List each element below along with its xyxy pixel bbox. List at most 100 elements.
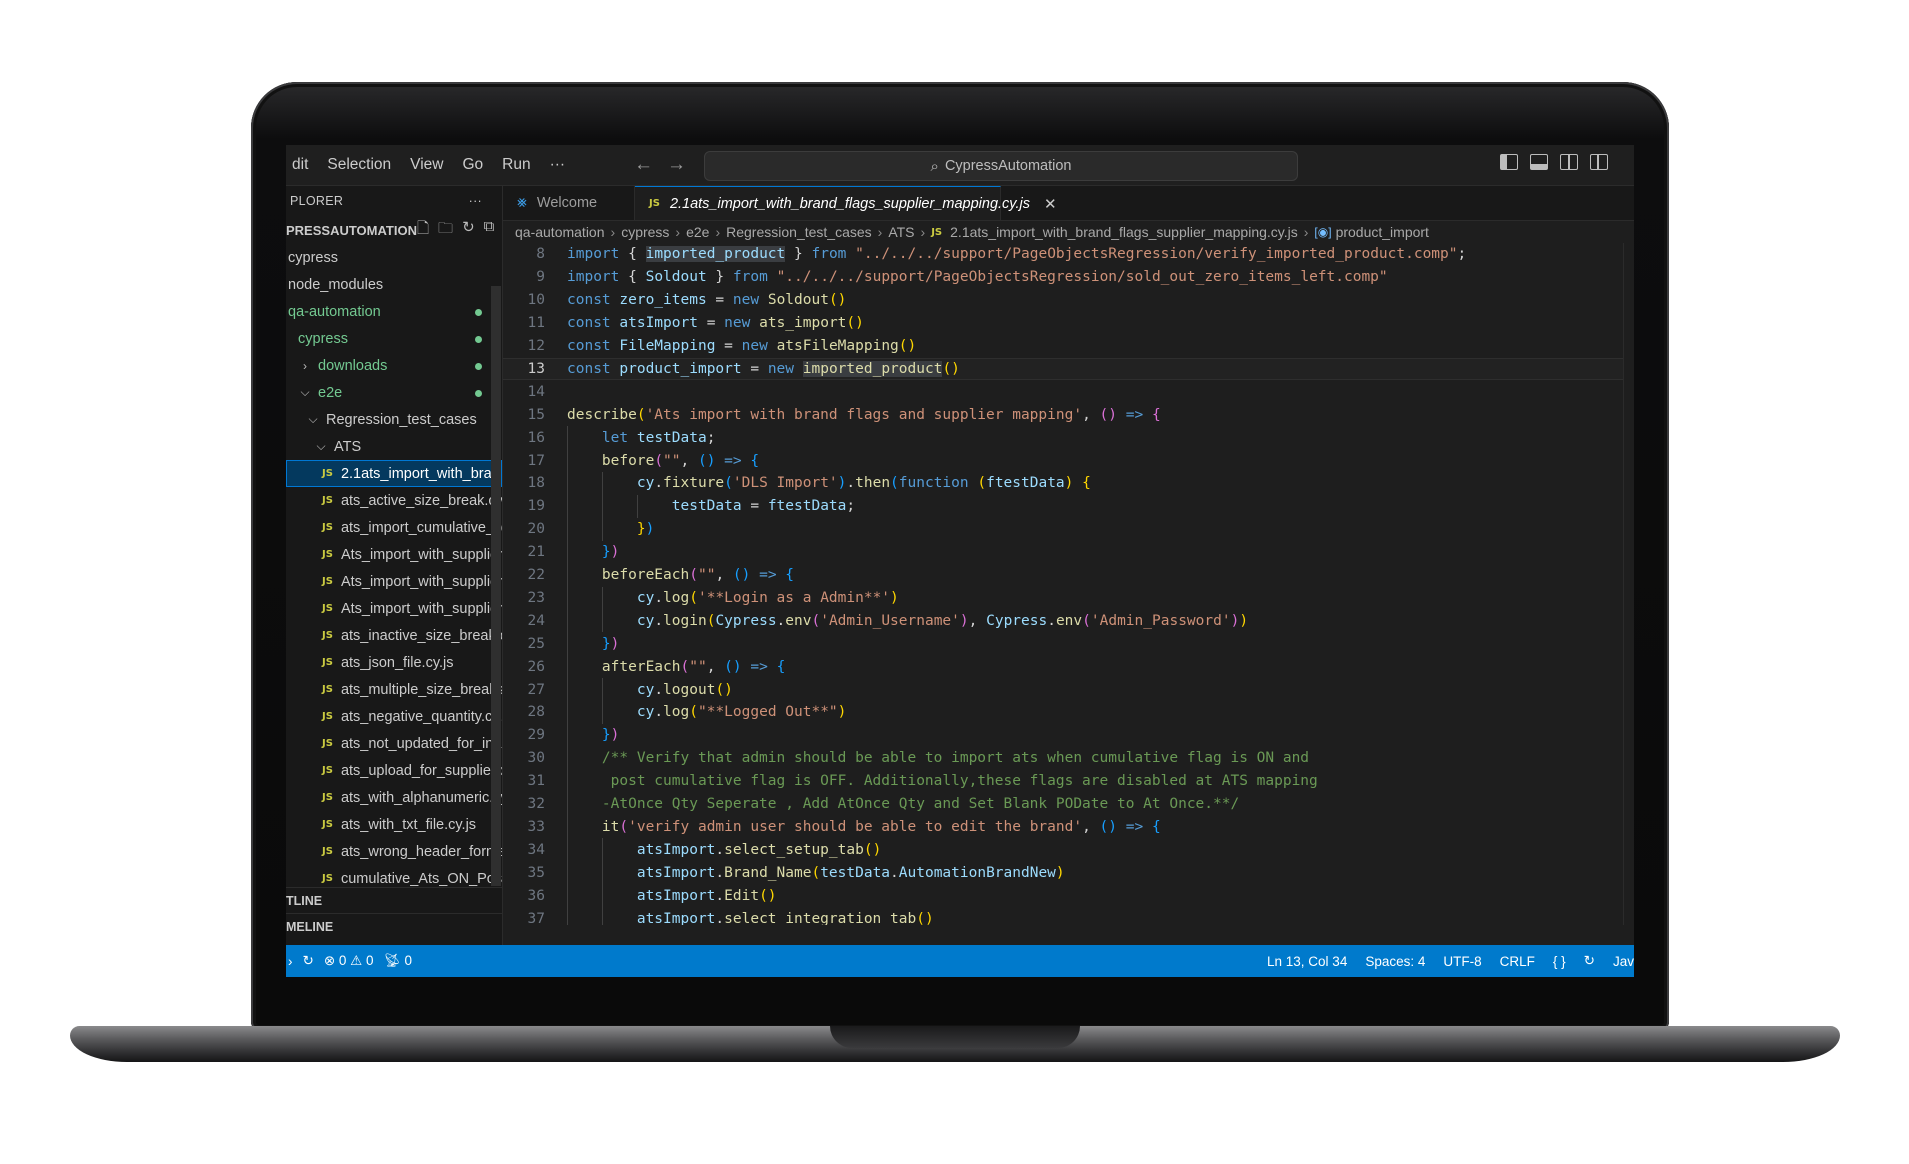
code-token: function (898, 475, 969, 492)
workspace-folder-header[interactable]: PRESSAUTOMATION 🗋 🗀 ↻ ⧉ (286, 216, 502, 244)
code-token: new (724, 315, 751, 332)
file-item[interactable]: JS ats_json_file.cy.js (286, 649, 502, 676)
end-of-line[interactable]: CRLF (1500, 954, 1535, 969)
code-token: cy (636, 681, 655, 698)
command-center[interactable]: ⌕ CypressAutomation (704, 151, 1298, 181)
code-token: import (567, 269, 620, 286)
code-token: } (601, 544, 611, 561)
forward-arrow-icon[interactable]: → (667, 154, 700, 175)
menu-item[interactable]: Go (462, 156, 483, 174)
customize-layout-icon[interactable] (1590, 154, 1608, 170)
back-arrow-icon[interactable]: ← (634, 154, 667, 175)
toggle-secondary-sidebar-icon[interactable] (1560, 154, 1578, 170)
code-token: /** Verify that admin should be able to … (601, 750, 1310, 767)
menu-item[interactable]: View (410, 156, 443, 174)
menu-item[interactable]: ··· (550, 156, 566, 174)
code-token: const (567, 292, 611, 309)
folder-item[interactable]: qa-automation (286, 298, 502, 325)
collapse-all-icon[interactable]: ⧉ (484, 218, 495, 243)
tree-item-label: Ats_import_with_supplier_ma... (340, 546, 502, 563)
timeline-section[interactable]: MELINE (286, 913, 502, 940)
file-item[interactable]: JS Ats_import_with_supplier_ma... (286, 595, 502, 622)
code-editor[interactable]: 8 import { imported_product } from "../..… (503, 243, 1634, 925)
folder-item[interactable]: node_modules (286, 271, 502, 298)
file-item[interactable]: JS ats_inactive_size_break.cy.js (286, 622, 502, 649)
chevron-right-icon: › (1303, 224, 1309, 240)
indentation[interactable]: Spaces: 4 (1365, 954, 1425, 969)
sidebar-scrollbar[interactable] (491, 286, 501, 886)
line-number: 36 (527, 887, 545, 904)
folder-item[interactable]: cypress (286, 325, 502, 352)
tab-active-file[interactable]: JS 2.1ats_import_with_brand_flags_supplie… (635, 186, 1057, 220)
file-item[interactable]: JS ats_with_txt_file.cy.js (286, 811, 502, 838)
breadcrumb-item[interactable]: product_import (1336, 224, 1429, 240)
ports-indicator[interactable]: 📡︎ 0 (384, 953, 412, 969)
file-item[interactable]: JS ats_active_size_break.cy.js (286, 487, 502, 514)
remote-indicator-icon[interactable]: › (288, 954, 293, 969)
js-file-icon: JS (322, 846, 333, 857)
folder-item[interactable]: ⌵ e2e (286, 379, 502, 406)
braces-icon[interactable]: { } (1553, 954, 1566, 969)
chevron-down-icon[interactable]: ⌵ (298, 385, 312, 400)
code-text: before("", () => { (567, 453, 759, 469)
file-item[interactable]: JS ats_negative_quantity.cy.js (286, 703, 502, 730)
outline-section[interactable]: TLINE (286, 887, 502, 914)
menu-item[interactable]: dit (292, 156, 308, 174)
cursor-position[interactable]: Ln 13, Col 34 (1267, 954, 1347, 969)
code-token: ( (636, 406, 646, 423)
file-item[interactable]: JS 2.1ats_import_with_brand_fla... (286, 460, 502, 487)
tree-item-label: ats_with_alphanumeric.cy.js (340, 789, 502, 806)
breadcrumb-item[interactable]: Regression_test_cases (726, 224, 872, 240)
sync-icon[interactable]: ↻ (303, 953, 314, 969)
breadcrumb-item[interactable]: ATS (888, 224, 914, 240)
new-folder-icon[interactable]: 🗀 (438, 218, 453, 243)
code-token: . (715, 841, 725, 858)
code-text: cy.log('**Login as a Admin**') (567, 590, 899, 606)
code-token: cy (636, 589, 655, 606)
file-item[interactable]: JS Ats_import_with_supplier_ma... (286, 568, 502, 595)
breadcrumb: qa-automation › cypress › e2e › Regression_tes… (503, 221, 1634, 243)
code-line: 9 import { Soldout } from "../../../suppo… (503, 266, 1634, 289)
code-text: afterEach("", () => { (567, 659, 785, 675)
timeline-label: MELINE (286, 920, 334, 934)
folder-item[interactable]: cypress (286, 244, 502, 271)
menu-item[interactable]: Run (502, 156, 530, 174)
close-icon[interactable]: ✕ (1044, 195, 1057, 213)
new-file-icon[interactable]: 🗋 (417, 218, 429, 243)
chevron-down-icon[interactable]: ⌵ (314, 439, 328, 454)
line-number: 27 (527, 681, 545, 698)
language-mode[interactable]: Jav (1613, 954, 1634, 969)
menu-item[interactable]: Selection (327, 156, 391, 174)
git-modified-dot (475, 363, 482, 370)
toggle-primary-sidebar-icon[interactable] (1500, 154, 1518, 170)
breadcrumb-item[interactable]: 2.1ats_import_with_brand_flags_supplier_… (950, 224, 1298, 240)
problems-indicator[interactable]: ⊗ 0 ⚠ 0 (324, 953, 374, 969)
code-text: describe('Ats import with brand flags an… (567, 407, 1161, 423)
breadcrumb-item[interactable]: qa-automation (515, 224, 605, 240)
folder-item[interactable]: ⌵ ATS (286, 433, 502, 460)
refresh-icon[interactable]: ↻ (462, 218, 475, 243)
file-item[interactable]: JS ats_multiple_size_breaks_with... (286, 676, 502, 703)
file-item[interactable]: JS ats_import_cumulative_post_c... (286, 514, 502, 541)
folder-item[interactable]: › downloads (286, 352, 502, 379)
breadcrumb-item[interactable]: cypress (621, 224, 669, 240)
file-item[interactable]: JS ats_wrong_header_format.cy.js (286, 838, 502, 865)
editor-scrollbar[interactable] (1623, 243, 1634, 925)
chevron-right-icon[interactable]: › (298, 359, 312, 373)
more-actions-icon[interactable]: ··· (469, 194, 482, 208)
toggle-panel-icon[interactable] (1530, 154, 1548, 170)
breadcrumb-item[interactable]: e2e (686, 224, 709, 240)
encoding[interactable]: UTF-8 (1443, 954, 1481, 969)
sync-status-icon[interactable]: ↻ (1584, 953, 1595, 969)
tab-welcome[interactable]: ⨳ Welcome (503, 186, 635, 220)
file-item[interactable]: JS ats_not_updated_for_inactive_... (286, 730, 502, 757)
folder-item[interactable]: ⌵ Regression_test_cases (286, 406, 502, 433)
file-item[interactable]: JS Ats_import_with_supplier_ma... (286, 541, 502, 568)
chevron-down-icon[interactable]: ⌵ (306, 412, 320, 427)
file-item[interactable]: JS ats_upload_for_supplier.cy.js (286, 757, 502, 784)
tab-label: 2.1ats_import_with_brand_flags_supplier_… (669, 195, 1030, 212)
file-item[interactable]: JS ats_with_alphanumeric.cy.js (286, 784, 502, 811)
